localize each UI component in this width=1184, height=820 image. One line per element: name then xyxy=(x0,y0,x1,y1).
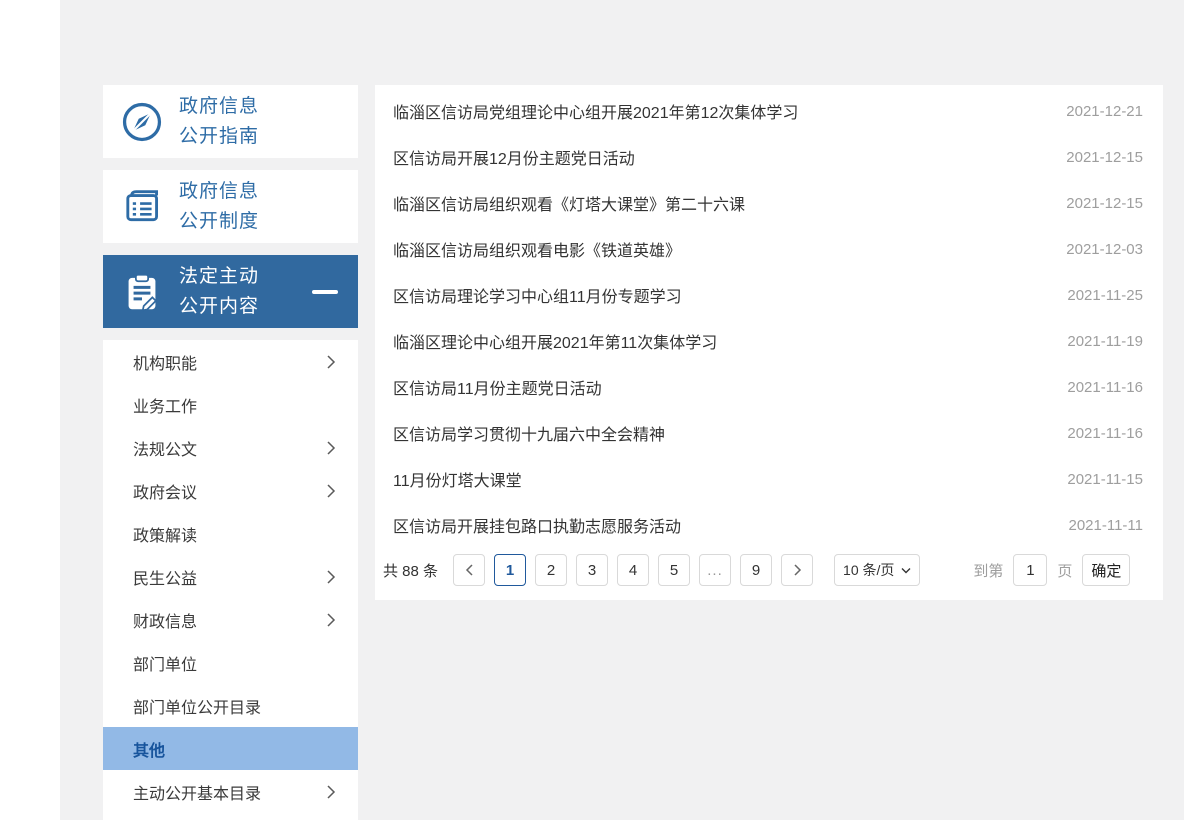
sidebar-item-proactive-disclosure-catalog[interactable]: 主动公开基本目录 xyxy=(103,770,358,813)
goto-prefix-label: 到第 xyxy=(973,562,1004,580)
sidebar-item-disclosure-guarantee-mechanism[interactable]: 政务公开保障机制 xyxy=(103,813,358,820)
submenu-label: 机构职能 xyxy=(133,355,198,373)
submenu-label: 法规公文 xyxy=(133,441,198,459)
list-item[interactable]: 11月份灯塔大课堂 2021-11-15 xyxy=(375,456,1163,502)
goto-suffix-label: 页 xyxy=(1057,562,1073,580)
submenu-label: 民生公益 xyxy=(133,570,198,588)
sidebar-submenu: 机构职能 业务工作 法规公文 政府会议 政策解读 民生公益 财政信息 部门单位 xyxy=(103,340,358,820)
chevron-right-icon xyxy=(326,354,336,370)
page-button-1[interactable]: 1 xyxy=(494,554,527,586)
chevron-right-icon xyxy=(326,612,336,628)
sidebar: 政府信息 公开指南 政府信息 公开制度 法定主动 公开内容 机构职能 业务工作 … xyxy=(103,85,358,820)
article-list-panel: 临淄区信访局党组理论中心组开展2021年第12次集体学习 2021-12-21 … xyxy=(375,85,1163,600)
article-date: 2021-11-19 xyxy=(1067,332,1143,350)
page-size-select[interactable]: 10 条/页 xyxy=(834,554,921,586)
list-item[interactable]: 区信访局开展挂包路口执勤志愿服务活动 2021-11-11 xyxy=(375,502,1163,548)
sidebar-item-public-welfare[interactable]: 民生公益 xyxy=(103,555,358,598)
page-button-5[interactable]: 5 xyxy=(658,554,691,586)
chevron-right-icon xyxy=(794,564,801,576)
submenu-label: 部门单位 xyxy=(133,656,198,674)
confirm-button[interactable]: 确定 xyxy=(1082,554,1131,586)
clipboard-pen-icon xyxy=(119,269,165,315)
submenu-label: 主动公开基本目录 xyxy=(133,785,262,803)
list-item[interactable]: 区信访局11月份主题党日活动 2021-11-16 xyxy=(375,364,1163,410)
submenu-label: 业务工作 xyxy=(133,398,198,416)
page-button-2[interactable]: 2 xyxy=(535,554,568,586)
page-button-9[interactable]: 9 xyxy=(740,554,773,586)
article-title[interactable]: 临淄区理论中心组开展2021年第11次集体学习 xyxy=(393,329,717,353)
article-title[interactable]: 临淄区信访局党组理论中心组开展2021年第12次集体学习 xyxy=(393,99,798,123)
submenu-label: 部门单位公开目录 xyxy=(133,699,262,717)
prev-page-button[interactable] xyxy=(453,554,486,586)
article-date: 2021-12-15 xyxy=(1066,148,1143,166)
list-item[interactable]: 区信访局学习贯彻十九届六中全会精神 2021-11-16 xyxy=(375,410,1163,456)
sidebar-item-fiscal-information[interactable]: 财政信息 xyxy=(103,598,358,641)
chevron-right-icon xyxy=(326,440,336,456)
page-left-margin xyxy=(0,0,60,820)
sidebar-item-organization-functions[interactable]: 机构职能 xyxy=(103,340,358,383)
submenu-label: 财政信息 xyxy=(133,613,198,631)
next-page-button[interactable] xyxy=(781,554,814,586)
total-count-label: 共 88 条 xyxy=(383,562,439,580)
goto-page-input[interactable] xyxy=(1013,554,1048,586)
sidebar-item-government-meetings[interactable]: 政府会议 xyxy=(103,469,358,512)
submenu-label: 政策解读 xyxy=(133,527,198,545)
chevron-right-icon xyxy=(326,784,336,800)
sidebar-item-department-disclosure-catalog[interactable]: 部门单位公开目录 xyxy=(103,684,358,727)
article-title[interactable]: 区信访局理论学习中心组11月份专题学习 xyxy=(393,283,682,307)
list-item[interactable]: 区信访局理论学习中心组11月份专题学习 2021-11-25 xyxy=(375,272,1163,318)
article-date: 2021-11-15 xyxy=(1067,470,1143,488)
sidebar-item-label: 法定主动 公开内容 xyxy=(179,266,260,317)
article-title[interactable]: 临淄区信访局组织观看电影《铁道英雄》 xyxy=(393,237,681,261)
page-button-4[interactable]: 4 xyxy=(617,554,650,586)
sidebar-item-business-work[interactable]: 业务工作 xyxy=(103,383,358,426)
article-date: 2021-11-16 xyxy=(1067,378,1143,396)
article-title[interactable]: 11月份灯塔大课堂 xyxy=(393,467,522,491)
list-item[interactable]: 区信访局开展12月份主题党日活动 2021-12-15 xyxy=(375,134,1163,180)
book-icon xyxy=(119,184,165,230)
article-date: 2021-11-25 xyxy=(1067,286,1143,304)
chevron-left-icon xyxy=(465,564,473,576)
chevron-right-icon xyxy=(326,569,336,585)
article-title[interactable]: 临淄区信访局组织观看《灯塔大课堂》第二十六课 xyxy=(393,191,745,215)
page-button-3[interactable]: 3 xyxy=(576,554,609,586)
article-date: 2021-11-16 xyxy=(1067,424,1143,442)
page-size-label: 10 条/页 xyxy=(843,562,895,578)
sidebar-item-other[interactable]: 其他 xyxy=(103,727,358,770)
article-date: 2021-11-11 xyxy=(1068,516,1143,534)
chevron-down-icon xyxy=(901,567,911,573)
sidebar-item-statutory-disclosure[interactable]: 法定主动 公开内容 xyxy=(103,255,358,328)
pagination-bar: 共 88 条 1 2 3 4 5 ... 9 10 条/页 到第 页 确定 xyxy=(375,548,1163,600)
chevron-right-icon xyxy=(326,483,336,499)
collapse-minus-icon[interactable] xyxy=(312,289,338,294)
article-date: 2021-12-21 xyxy=(1066,102,1143,120)
sidebar-item-label: 政府信息 公开制度 xyxy=(179,181,260,232)
article-title[interactable]: 区信访局11月份主题党日活动 xyxy=(393,375,602,399)
goto-page-group: 到第 页 确定 xyxy=(973,554,1131,586)
sidebar-item-departments[interactable]: 部门单位 xyxy=(103,641,358,684)
article-date: 2021-12-15 xyxy=(1066,194,1143,212)
article-date: 2021-12-03 xyxy=(1066,240,1143,258)
article-title[interactable]: 区信访局开展12月份主题党日活动 xyxy=(393,145,635,169)
sidebar-item-label: 政府信息 公开指南 xyxy=(179,96,260,147)
compass-icon xyxy=(119,99,165,145)
list-item[interactable]: 临淄区信访局党组理论中心组开展2021年第12次集体学习 2021-12-21 xyxy=(375,88,1163,134)
sidebar-item-disclosure-system[interactable]: 政府信息 公开制度 xyxy=(103,170,358,243)
page-ellipsis-button[interactable]: ... xyxy=(699,554,732,586)
list-item[interactable]: 临淄区理论中心组开展2021年第11次集体学习 2021-11-19 xyxy=(375,318,1163,364)
sidebar-item-disclosure-guide[interactable]: 政府信息 公开指南 xyxy=(103,85,358,158)
article-title[interactable]: 区信访局开展挂包路口执勤志愿服务活动 xyxy=(393,513,681,537)
sidebar-item-policy-interpretation[interactable]: 政策解读 xyxy=(103,512,358,555)
submenu-label: 其他 xyxy=(133,742,166,760)
list-item[interactable]: 临淄区信访局组织观看电影《铁道英雄》 2021-12-03 xyxy=(375,226,1163,272)
article-title[interactable]: 区信访局学习贯彻十九届六中全会精神 xyxy=(393,421,665,445)
submenu-label: 政府会议 xyxy=(133,484,198,502)
list-item[interactable]: 临淄区信访局组织观看《灯塔大课堂》第二十六课 2021-12-15 xyxy=(375,180,1163,226)
sidebar-item-regulations-documents[interactable]: 法规公文 xyxy=(103,426,358,469)
